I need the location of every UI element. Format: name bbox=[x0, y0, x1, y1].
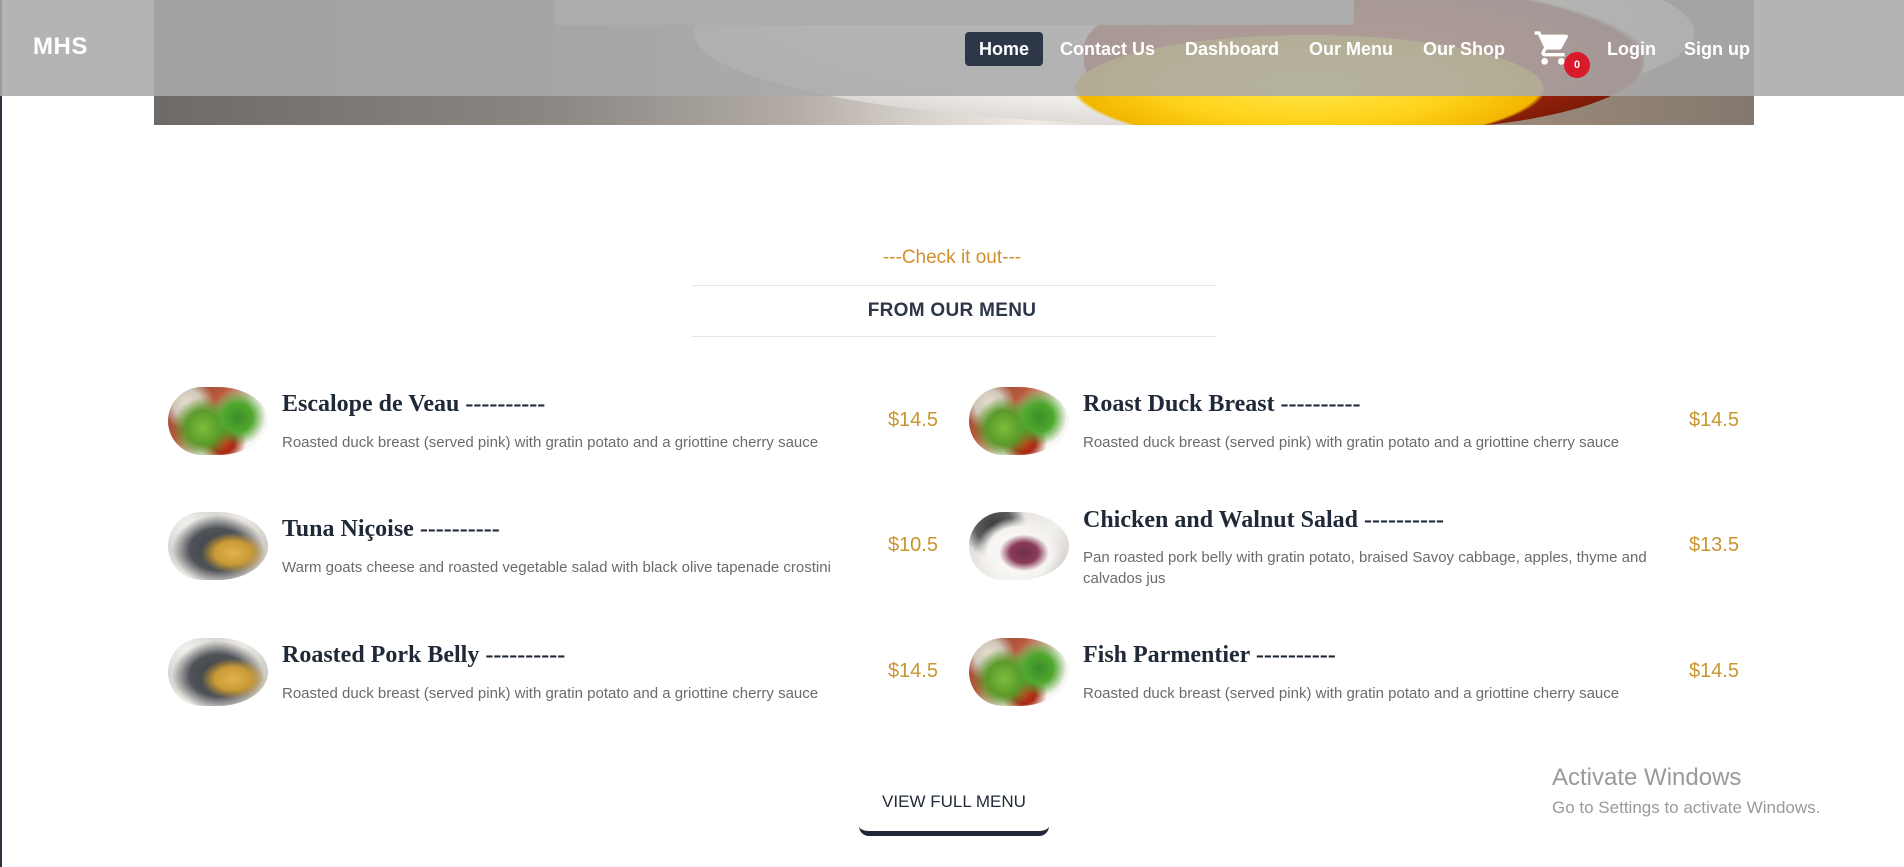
dish-image bbox=[969, 638, 1069, 706]
menu-item[interactable]: Fish Parmentier ---------- Roasted duck … bbox=[969, 638, 1739, 718]
nav-home[interactable]: Home bbox=[965, 32, 1044, 66]
watermark-subtitle: Go to Settings to activate Windows. bbox=[1552, 798, 1821, 817]
dish-description: Pan roasted pork belly with gratin potat… bbox=[1083, 549, 1647, 587]
dish-image bbox=[969, 387, 1069, 455]
section-title: FROM OUR MENU bbox=[867, 300, 1037, 321]
nav-our-menu[interactable]: Our Menu bbox=[1309, 32, 1393, 66]
windows-activation-watermark: Activate Windows Go to Settings to activ… bbox=[1552, 764, 1820, 818]
dish-image bbox=[168, 512, 268, 580]
nav-our-shop[interactable]: Our Shop bbox=[1423, 32, 1505, 66]
dish-price: $14.5 bbox=[887, 660, 938, 682]
dish-name: Chicken and Walnut Salad ---------- bbox=[1083, 507, 1444, 533]
nav-login[interactable]: Login bbox=[1607, 32, 1656, 66]
section-subtitle: ---Check it out--- bbox=[882, 247, 1022, 268]
dish-name: Escalope de Veau ---------- bbox=[282, 391, 546, 417]
dish-image bbox=[969, 512, 1069, 580]
dish-price: $13.5 bbox=[1688, 534, 1739, 556]
dish-name: Tuna Niçoise ---------- bbox=[282, 516, 500, 542]
watermark-title: Activate Windows bbox=[1552, 764, 1742, 791]
dish-price: $14.5 bbox=[1688, 409, 1739, 431]
dish-name: Roasted Pork Belly ---------- bbox=[282, 642, 566, 668]
cart-count-badge: 0 bbox=[1564, 52, 1590, 78]
view-full-menu-button[interactable]: VIEW FULL MENU bbox=[859, 786, 1049, 836]
dish-image bbox=[168, 638, 268, 706]
dish-image bbox=[168, 387, 268, 455]
dish-price: $14.5 bbox=[1688, 660, 1739, 682]
dish-description: Roasted duck breast (served pink) with g… bbox=[1083, 434, 1620, 451]
window-edge bbox=[0, 0, 2, 867]
dish-price: $14.5 bbox=[887, 409, 938, 431]
nav-sign-up[interactable]: Sign up bbox=[1684, 32, 1750, 66]
menu-item[interactable]: Roast Duck Breast ---------- Roasted duc… bbox=[969, 387, 1739, 467]
cart-button[interactable]: 0 bbox=[1532, 28, 1590, 78]
nav-dashboard[interactable]: Dashboard bbox=[1185, 32, 1279, 66]
navbar: MHS Home Contact Us Dashboard Our Menu O… bbox=[0, 0, 1904, 96]
menu-item[interactable]: Escalope de Veau ---------- Roasted duck… bbox=[168, 387, 938, 467]
brand-logo[interactable]: MHS bbox=[33, 33, 88, 61]
divider bbox=[692, 285, 1216, 286]
menu-item[interactable]: Chicken and Walnut Salad ---------- Pan … bbox=[969, 507, 1739, 592]
menu-item[interactable]: Roasted Pork Belly ---------- Roasted du… bbox=[168, 638, 938, 718]
dish-name: Roast Duck Breast ---------- bbox=[1083, 391, 1361, 417]
nav-contact-us[interactable]: Contact Us bbox=[1060, 32, 1155, 66]
menu-item[interactable]: Tuna Niçoise ---------- Warm goats chees… bbox=[168, 512, 938, 592]
dish-description: Roasted duck breast (served pink) with g… bbox=[1083, 685, 1620, 702]
dish-description: Warm goats cheese and roasted vegetable … bbox=[282, 559, 831, 576]
dish-description: Roasted duck breast (served pink) with g… bbox=[282, 685, 819, 702]
dish-price: $10.5 bbox=[887, 534, 938, 556]
dish-description: Roasted duck breast (served pink) with g… bbox=[282, 434, 819, 451]
divider bbox=[692, 336, 1216, 337]
dish-name: Fish Parmentier ---------- bbox=[1083, 642, 1336, 668]
